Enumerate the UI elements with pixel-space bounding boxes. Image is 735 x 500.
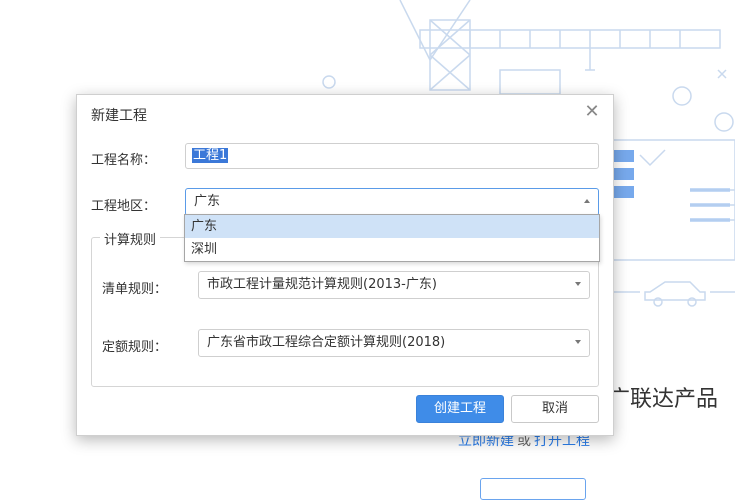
region-select[interactable]: 广东 (185, 188, 599, 216)
list-rule-label: 清单规则： (102, 282, 168, 297)
region-selected-value: 广东 (194, 194, 221, 209)
project-name-input[interactable]: 工程1 (185, 143, 599, 169)
chevron-down-icon (575, 340, 581, 344)
chevron-down-icon (575, 282, 581, 286)
background-product-text: 广联达产品 (608, 387, 719, 412)
project-name-value: 工程1 (192, 148, 229, 163)
region-option[interactable]: 广东 (185, 215, 599, 238)
cancel-button[interactable]: 取消 (511, 395, 599, 423)
quota-rule-value: 广东省市政工程综合定额计算规则(2018) (207, 335, 446, 350)
close-icon[interactable]: ✕ (583, 103, 601, 121)
project-name-label: 工程名称： (91, 153, 157, 168)
chevron-up-icon (584, 199, 590, 203)
background-button[interactable] (480, 478, 586, 500)
dialog-title: 新建工程 (91, 108, 147, 124)
create-project-button[interactable]: 创建工程 (416, 395, 504, 423)
list-rule-value: 市政工程计量规范计算规则(2013-广东) (207, 277, 437, 292)
region-option[interactable]: 深圳 (185, 238, 599, 261)
quota-rule-label: 定额规则： (102, 340, 168, 355)
quota-rule-select[interactable]: 广东省市政工程综合定额计算规则(2018) (198, 329, 590, 357)
new-project-dialog: 新建工程 ✕ 工程名称： 工程1 工程地区： 广东 计算规则 清单规则： 市政工… (76, 94, 614, 436)
list-rule-select[interactable]: 市政工程计量规范计算规则(2013-广东) (198, 271, 590, 299)
region-label: 工程地区： (91, 199, 157, 214)
region-dropdown-list: 广东 深圳 (184, 214, 600, 262)
rules-group-legend: 计算规则 (100, 229, 161, 248)
